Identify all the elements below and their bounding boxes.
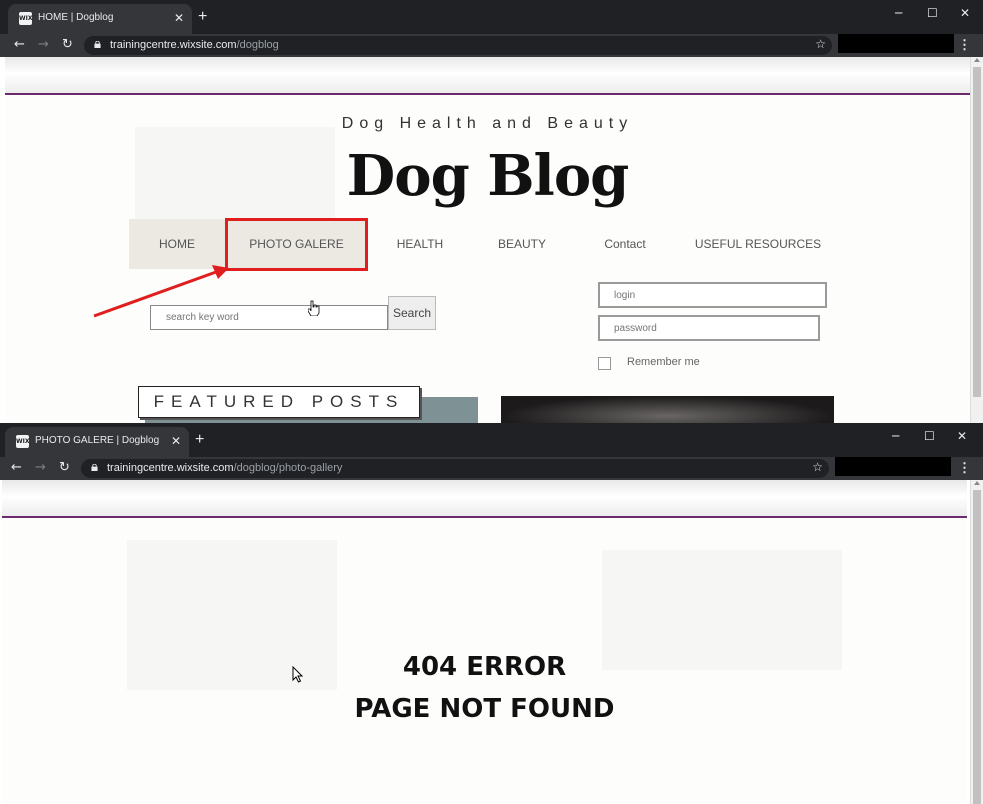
page-viewport: 404 ERROR PAGE NOT FOUND — [2, 480, 967, 804]
error-subheading: PAGE NOT FOUND — [354, 694, 615, 724]
tab-strip: WIX PHOTO GALERE | Dogblog ✕ + ─ ☐ ✕ — [0, 423, 983, 457]
mouse-pointer-icon — [292, 666, 304, 683]
annotation-arrow-icon — [93, 265, 229, 318]
password-field[interactable] — [598, 315, 820, 341]
remember-me-checkbox[interactable] — [598, 357, 611, 370]
vertical-scrollbar[interactable] — [970, 57, 983, 423]
search-button[interactable]: Search — [388, 296, 436, 330]
maximize-icon[interactable]: ☐ — [924, 429, 935, 443]
browser-window-home: WIX HOME | Dogblog ✕ + ─ ☐ ✕ ← → ↻ train… — [0, 0, 983, 423]
tab-title: PHOTO GALERE | Dogblog — [35, 435, 160, 446]
vertical-scrollbar[interactable] — [970, 480, 983, 804]
back-icon[interactable]: ← — [11, 460, 22, 476]
featured-image-right[interactable] — [501, 396, 834, 423]
bookmark-star-icon[interactable]: ☆ — [812, 460, 823, 474]
header-divider — [2, 516, 967, 518]
url-text: trainingcentre.wixsite.com/dogblog/photo… — [107, 462, 343, 474]
nav-beauty[interactable]: BEAUTY — [471, 219, 573, 269]
redacted-profile-area — [838, 34, 954, 53]
nav-health[interactable]: HEALTH — [369, 219, 471, 269]
reload-icon[interactable]: ↻ — [59, 460, 70, 476]
maximize-icon[interactable]: ☐ — [927, 6, 938, 20]
scroll-up-icon[interactable] — [974, 481, 980, 485]
page-header-band — [2, 480, 967, 517]
nav-useful-resources[interactable]: USEFUL RESOURCES — [677, 219, 839, 269]
lock-icon — [91, 464, 98, 471]
address-bar[interactable]: trainingcentre.wixsite.com/dogblog/photo… — [81, 459, 829, 478]
bookmark-star-icon[interactable]: ☆ — [815, 37, 826, 51]
scrollbar-thumb[interactable] — [973, 490, 981, 804]
wix-favicon-icon: WIX — [16, 435, 29, 448]
new-tab-icon[interactable]: + — [195, 431, 204, 449]
tab-close-icon[interactable]: ✕ — [171, 433, 181, 449]
browser-toolbar: ← → ↻ trainingcentre.wixsite.com/dogblog… — [0, 457, 983, 480]
minimize-icon[interactable]: ─ — [892, 429, 899, 443]
login-field[interactable] — [598, 282, 827, 308]
hand-cursor-icon — [307, 300, 320, 319]
redacted-profile-area — [835, 457, 951, 476]
browser-window-photo-gallery: WIX PHOTO GALERE | Dogblog ✕ + ─ ☐ ✕ ← →… — [0, 423, 983, 804]
menu-icon[interactable]: ⋮ — [958, 37, 971, 53]
error-heading: 404 ERROR — [402, 652, 567, 682]
nav-contact[interactable]: Contact — [573, 219, 677, 269]
scrollbar-thumb[interactable] — [973, 67, 981, 397]
scroll-up-icon[interactable] — [974, 58, 980, 62]
tab-photo-galere[interactable]: WIX PHOTO GALERE | Dogblog ✕ — [5, 427, 189, 457]
close-window-icon[interactable]: ✕ — [960, 6, 970, 20]
remember-me-label: Remember me — [627, 356, 700, 368]
close-window-icon[interactable]: ✕ — [957, 429, 967, 443]
minimize-icon[interactable]: ─ — [895, 6, 902, 20]
menu-icon[interactable]: ⋮ — [958, 460, 971, 476]
forward-icon[interactable]: → — [35, 460, 46, 476]
featured-posts-heading: FEATURED POSTS — [138, 386, 420, 418]
